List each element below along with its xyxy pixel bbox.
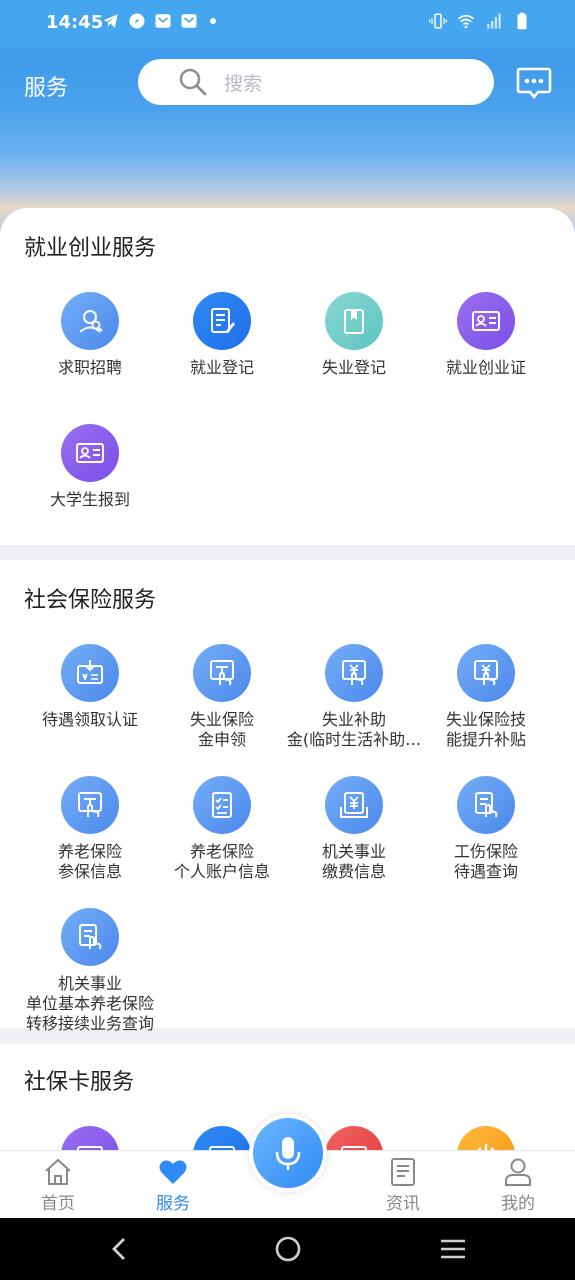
mail-icon [155,14,171,28]
service-label: 机关事业 单位基本养老保险 转移接续业务查询 [25,974,154,1033]
service-employment-card[interactable]: 就业创业证 [420,292,552,378]
system-icons [429,12,531,30]
wifi-icon [457,14,475,29]
telegram-icon [103,14,118,28]
service-label: 大学生报到 [49,490,130,509]
nav-services[interactable]: 服务 [133,1157,213,1214]
service-label: 养老保险 参保信息 [57,842,122,881]
hand-money-icon [325,644,383,702]
service-label: 失业补助 金(临时生活补助… [286,710,422,749]
user-icon [505,1158,531,1186]
service-label: 就业登记 [189,358,254,377]
edit-doc-icon [193,292,251,350]
service-label: 失业登记 [321,358,386,377]
section-title: 社会保险服务 [24,588,157,613]
service-pension-info[interactable]: 养老保险 参保信息 [24,776,156,882]
service-pension-account[interactable]: 养老保险 个人账户信息 [156,776,288,882]
service-employment-register[interactable]: 就业登记 [156,292,288,378]
home-icon [45,1158,71,1185]
service-institution-payment[interactable]: 机关事业 缴费信息 [288,776,420,882]
hand-money-icon [457,644,515,702]
service-label: 工伤保险 待遇查询 [453,842,518,881]
service-label: 失业保险技 能提升补贴 [445,710,526,749]
system-nav [0,1218,575,1280]
service-unemployment-subsidy[interactable]: 失业补助 金(临时生活补助… [287,644,421,750]
nav-label: 服务 [156,1194,190,1214]
content-sheet: 就业创业服务 求职招聘 就业登记 失业登记 就业创业证 大学生报到 社会保险服务… [0,208,575,1218]
status-bar: 14:45 [0,0,575,48]
yuan-doc-icon [325,776,383,834]
chat-bubble-icon[interactable] [516,66,552,100]
section-title: 就业创业服务 [24,236,157,261]
service-benefit-auth[interactable]: 待遇领取认证 [24,644,156,730]
id-card-icon [61,424,119,482]
nav-label: 资讯 [386,1194,420,1214]
service-job-search[interactable]: 求职招聘 [24,292,156,378]
service-skill-subsidy[interactable]: 失业保险技 能提升补贴 [420,644,552,750]
service-label: 机关事业 缴费信息 [321,842,386,881]
hand-doc-icon [61,776,119,834]
section-social-insurance: 社会保险服务 待遇领取认证 失业保险 金申领 失业补助 金(临时生活补助… 失业保险… [0,560,575,1033]
voice-button-inner [253,1118,323,1188]
dot-icon [210,18,216,24]
checklist-icon [193,776,251,834]
service-label: 待遇领取认证 [41,710,138,729]
section-title: 社保卡服务 [24,1070,135,1095]
heart-icon [159,1160,187,1184]
hand-doc-icon [457,776,515,834]
nav-label: 我的 [501,1194,535,1214]
certificate-icon [61,644,119,702]
service-unemployment-register[interactable]: 失业登记 [288,292,420,378]
job-search-icon [61,292,119,350]
battery-icon [517,12,527,30]
nav-label: 首页 [41,1194,75,1214]
status-time: 14:45 [46,12,104,33]
id-card-icon [457,292,515,350]
voice-button[interactable] [249,1114,327,1192]
nav-profile[interactable]: 我的 [478,1157,558,1214]
home-circle-icon[interactable] [274,1235,302,1263]
compass-icon [129,13,145,29]
search-placeholder: 搜索 [224,72,263,95]
nav-news[interactable]: 资讯 [363,1157,443,1214]
news-icon [391,1158,415,1186]
service-label: 求职招聘 [57,358,122,377]
notification-icons [102,12,216,30]
search-icon [179,68,207,96]
search-bar[interactable]: 搜索 [138,59,494,105]
hand-doc-icon [61,908,119,966]
service-label: 养老保险 个人账户信息 [173,842,270,881]
menu-icon[interactable] [439,1235,467,1263]
signal-icon [487,13,501,29]
service-graduate-report[interactable]: 大学生报到 [24,424,156,510]
service-label: 失业保险 金申领 [189,710,254,749]
service-label: 就业创业证 [445,358,526,377]
service-injury-query[interactable]: 工伤保险 待遇查询 [420,776,552,882]
page-title: 服务 [24,76,69,101]
service-unemployment-benefit[interactable]: 失业保险 金申领 [156,644,288,750]
nav-home[interactable]: 首页 [18,1157,98,1214]
back-icon[interactable] [106,1235,134,1263]
vibrate-icon [429,13,447,29]
mail-icon [181,14,197,28]
hand-doc-icon [193,644,251,702]
section-employment: 就业创业服务 求职招聘 就业登记 失业登记 就业创业证 大学生报到 [0,208,575,545]
service-pension-transfer[interactable]: 机关事业 单位基本养老保险 转移接续业务查询 [24,908,156,1034]
book-icon [325,292,383,350]
microphone-icon [275,1137,301,1170]
